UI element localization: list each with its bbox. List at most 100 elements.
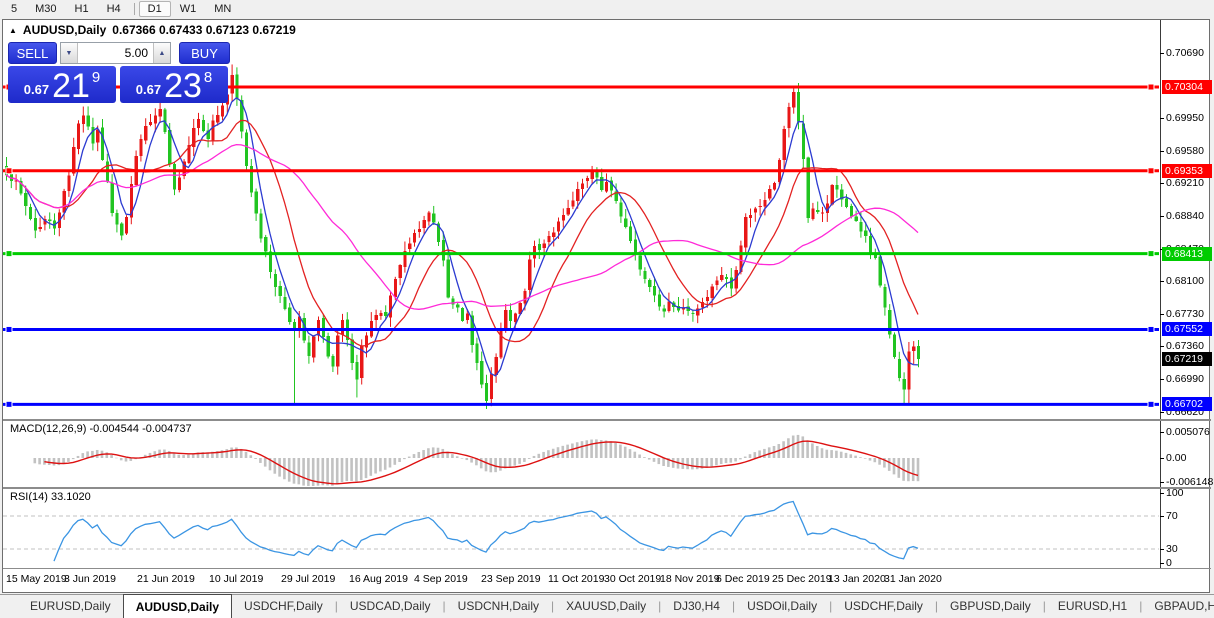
price-axis-label: 0.69580: [1166, 144, 1204, 157]
date-axis-label: 18 Nov 2019: [660, 573, 720, 585]
current-price-badge: 0.67219: [1162, 351, 1212, 366]
line-drag-handle[interactable]: [1147, 400, 1155, 408]
macd-indicator-label: MACD(12,26,9) -0.004544 -0.004737: [10, 423, 192, 435]
chart-header: ▲ AUDUSD,Daily 0.67366 0.67433 0.67123 0…: [9, 23, 296, 37]
chart-tab-gbpusd-daily[interactable]: GBPUSD,Daily: [938, 595, 1043, 618]
chart-tab-audusd-daily[interactable]: AUDUSD,Daily: [122, 594, 233, 618]
terminal-window: 5 M30 H1 H4 D1 W1 MN ▲ AUDUSD,Daily 0.67366 0.…: [0, 0, 1214, 618]
sell-price-big: 21: [52, 67, 90, 105]
chart-tab-usdchf-daily[interactable]: USDCHF,Daily: [832, 595, 935, 618]
date-axis-label: 13 Jan 2020: [828, 573, 886, 585]
date-axis-label: 31 Jan 2020: [884, 573, 942, 585]
chart-tab-dj30-h4[interactable]: DJ30,H4: [661, 595, 732, 618]
line-drag-handle[interactable]: [5, 400, 13, 408]
price-axis-label: 0.67730: [1166, 307, 1204, 320]
price-level-badge: 0.70304: [1162, 80, 1212, 94]
sell-quote[interactable]: 0.67 21 9: [8, 66, 116, 103]
chart-tab-eurusd-h1[interactable]: EURUSD,H1: [1046, 595, 1139, 618]
price-axis-tick: [1160, 313, 1164, 315]
price-axis-tick: [1160, 53, 1164, 54]
price-axis-label: 0.68840: [1166, 209, 1204, 222]
chart-symbol-title: AUDUSD,Daily: [22, 23, 107, 37]
chart-tab-usdchf-daily[interactable]: USDCHF,Daily: [232, 595, 335, 618]
date-axis-label: 6 Dec 2019: [716, 573, 770, 585]
price-axis-divider: [1160, 20, 1161, 568]
date-axis-label: 21 Jun 2019: [137, 573, 195, 585]
rsi-axis-tick: [1160, 549, 1164, 550]
price-axis-tick: [1160, 118, 1164, 120]
rsi-axis-tick: [1160, 563, 1164, 564]
price-axis-tick: [1160, 346, 1164, 348]
chart-tab-gbpaud-h1[interactable]: GBPAUD,H1: [1142, 595, 1214, 618]
sell-price-pip: 9: [91, 69, 101, 86]
price-axis-label: 0.68100: [1166, 275, 1204, 288]
price-axis-tick: [1160, 215, 1164, 217]
line-drag-handle[interactable]: [1147, 167, 1155, 175]
line-drag-handle[interactable]: [5, 250, 13, 258]
rsi-axis-tick: [1160, 516, 1164, 517]
macd-axis-label: 0.00: [1166, 452, 1187, 464]
price-axis-label: 0.69210: [1166, 177, 1204, 190]
chart-tab-bar: EURUSD,Daily AUDUSD,Daily USDCHF,Daily | USD…: [0, 594, 1214, 618]
price-axis-label: 0.69950: [1166, 112, 1204, 125]
buy-price-prefix: 0.67: [135, 82, 162, 97]
price-level-badge: 0.69353: [1162, 163, 1212, 178]
chart-tab-usdoil-daily[interactable]: USDOil,Daily: [735, 595, 829, 618]
line-drag-handle[interactable]: [5, 167, 13, 175]
date-axis-label: 10 Jul 2019: [209, 573, 264, 585]
line-drag-handle[interactable]: [1147, 250, 1155, 258]
price-level-badge: 0.66702: [1162, 397, 1212, 412]
volume-stepper: ▼ ▲: [60, 42, 172, 64]
rsi-axis-label: 70: [1166, 510, 1178, 522]
date-axis-label: 30 Oct 2019: [604, 573, 662, 585]
date-axis-label: 4 Sep 2019: [414, 573, 468, 585]
rsi-axis-tick: [1160, 493, 1164, 494]
buy-quote[interactable]: 0.67 23 8: [120, 66, 228, 103]
chart-ohlc-values: 0.67366 0.67433 0.67123 0.67219: [112, 23, 296, 37]
rsi-axis-label: 30: [1166, 543, 1178, 555]
rsi-axis-label: 100: [1166, 487, 1184, 499]
macd-axis-tick: [1160, 432, 1164, 433]
volume-increase-icon[interactable]: ▲: [153, 43, 171, 63]
line-drag-handle[interactable]: [1147, 83, 1155, 91]
date-axis-label: 23 Sep 2019: [481, 573, 541, 585]
date-axis-label: 29 Jul 2019: [281, 573, 336, 585]
line-drag-handle[interactable]: [1147, 325, 1155, 333]
rsi-line: [53, 500, 919, 562]
chart-tab-usdcad-daily[interactable]: USDCAD,Daily: [338, 595, 443, 618]
price-axis-label: 0.66990: [1166, 372, 1204, 385]
chart-tab-xauusd-daily[interactable]: XAUUSD,Daily: [554, 595, 658, 618]
macd-layer: [33, 434, 920, 486]
price-axis-tick: [1160, 183, 1164, 185]
price-axis-tick: [1160, 150, 1164, 152]
rsi-pane-separator[interactable]: [3, 487, 1211, 489]
price-level-badge: 0.67552: [1162, 322, 1212, 337]
buy-price-big: 23: [164, 67, 202, 105]
macd-pane-separator[interactable]: [3, 419, 1211, 421]
line-drag-handle[interactable]: [5, 325, 13, 333]
sell-price-prefix: 0.67: [23, 82, 50, 97]
buy-button[interactable]: BUY: [179, 42, 230, 64]
chart-tab-usdcnh-daily[interactable]: USDCNH,Daily: [446, 595, 551, 618]
date-axis-label: 3 Jun 2019: [64, 573, 116, 585]
price-axis-tick: [1160, 411, 1164, 413]
collapse-panel-icon[interactable]: ▲: [9, 26, 17, 35]
sell-button[interactable]: SELL: [8, 42, 58, 64]
price-axis-tick: [1160, 281, 1164, 283]
price-axis-label: 0.67360: [1166, 340, 1204, 353]
date-axis-label: 15 May 2019: [6, 573, 67, 585]
date-axis-separator: [3, 568, 1211, 569]
price-axis-tick: [1160, 378, 1164, 380]
buy-price-pip: 8: [203, 69, 213, 86]
date-axis-label: 16 Aug 2019: [349, 573, 408, 585]
volume-decrease-icon[interactable]: ▼: [61, 43, 79, 63]
macd-axis-label: 0.005076: [1166, 426, 1210, 438]
candles-layer: [5, 64, 921, 409]
price-axis-label: 0.70690: [1166, 47, 1204, 59]
chart-tab-eurusd-daily[interactable]: EURUSD,Daily: [18, 595, 123, 618]
date-axis-label: 25 Dec 2019: [772, 573, 832, 585]
volume-input[interactable]: [78, 43, 154, 63]
rsi-indicator-label: RSI(14) 33.1020: [10, 491, 91, 503]
moving-averages-layer: [5, 96, 919, 377]
level-lines-layer: [3, 83, 1159, 408]
